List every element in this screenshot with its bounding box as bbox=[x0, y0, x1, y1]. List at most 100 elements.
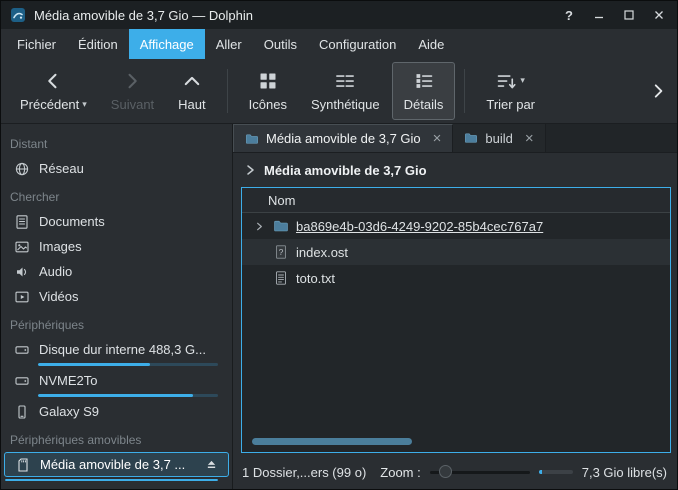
up-button[interactable]: Haut bbox=[166, 62, 217, 120]
content-area: Média amovible de 3,7 Gio × build × Médi… bbox=[233, 124, 677, 489]
menu-affichage[interactable]: Affichage bbox=[129, 29, 205, 59]
menubar: Fichier Édition Affichage Aller Outils C… bbox=[1, 29, 677, 59]
file-row-index-ost[interactable]: ? index.ost bbox=[242, 239, 670, 265]
folder-icon bbox=[245, 132, 259, 146]
menu-fichier[interactable]: Fichier bbox=[6, 29, 67, 59]
titlebar[interactable]: Média amovible de 3,7 Gio — Dolphin ? bbox=[1, 1, 677, 29]
window-controls: ? bbox=[560, 6, 668, 24]
maximize-icon bbox=[622, 8, 636, 22]
hard-drive-icon bbox=[14, 373, 30, 389]
eject-button[interactable] bbox=[205, 458, 218, 471]
details-view-button[interactable]: Détails bbox=[392, 62, 456, 120]
free-space-bar bbox=[539, 470, 573, 474]
chevron-right-icon bbox=[122, 71, 142, 91]
sidebar-item-audio[interactable]: Audio bbox=[1, 259, 232, 284]
maximize-button[interactable] bbox=[620, 6, 638, 24]
section-removable: Périphériques amovibles bbox=[1, 424, 232, 452]
chevron-left-icon bbox=[43, 71, 63, 91]
sidebar-item-label: Média amovible de 3,7 ... bbox=[40, 457, 185, 472]
free-space-fill bbox=[539, 470, 542, 474]
free-space-label: 7,3 Gio libre(s) bbox=[582, 465, 667, 480]
sidebar-item-label: Disque dur interne 488,3 G... bbox=[39, 342, 206, 357]
column-header-nom[interactable]: Nom bbox=[242, 188, 670, 213]
chevron-right-icon bbox=[243, 163, 257, 177]
tab-label: Média amovible de 3,7 Gio bbox=[266, 131, 421, 146]
sidebar-item-label: Vidéos bbox=[39, 289, 79, 304]
tab-bar: Média amovible de 3,7 Gio × build × bbox=[233, 124, 677, 153]
forward-label: Suivant bbox=[111, 97, 154, 112]
disk-usage-bar bbox=[38, 394, 218, 397]
menu-aller[interactable]: Aller bbox=[205, 29, 253, 59]
sort-by-button[interactable]: ▾ Trier par bbox=[474, 62, 547, 120]
toolbar-overflow-button[interactable] bbox=[646, 69, 670, 113]
tab-close-icon[interactable]: × bbox=[525, 131, 534, 146]
zoom-label: Zoom : bbox=[380, 465, 420, 480]
status-bar: 1 Dossier,...ers (99 o) Zoom : 7,3 Gio l… bbox=[233, 455, 677, 489]
menu-aide[interactable]: Aide bbox=[407, 29, 455, 59]
sidebar-item-label: Images bbox=[39, 239, 82, 254]
menu-edition[interactable]: Édition bbox=[67, 29, 129, 59]
file-name[interactable]: index.ost bbox=[296, 245, 348, 260]
folder-icon bbox=[464, 131, 478, 145]
section-search: Chercher bbox=[1, 181, 232, 209]
removable-usage-bar bbox=[5, 479, 218, 481]
file-row-folder[interactable]: ba869e4b-03d6-4249-9202-85b4cec767a7 bbox=[242, 213, 670, 239]
details-list-icon bbox=[414, 71, 434, 91]
column-header-label: Nom bbox=[268, 193, 295, 208]
expand-arrow-icon[interactable] bbox=[253, 221, 266, 232]
grid-icon bbox=[258, 71, 278, 91]
breadcrumb-location[interactable]: Média amovible de 3,7 Gio bbox=[264, 163, 427, 178]
zoom-slider-handle[interactable] bbox=[439, 465, 452, 478]
folder-icon bbox=[273, 218, 289, 234]
app-icon bbox=[10, 7, 26, 23]
sidebar-item-label: Audio bbox=[39, 264, 72, 279]
sd-card-icon bbox=[15, 457, 31, 473]
back-button[interactable]: Précédent▾ bbox=[8, 62, 99, 120]
chevron-right-icon bbox=[649, 82, 667, 100]
back-label: Précédent bbox=[20, 97, 79, 112]
file-name[interactable]: toto.txt bbox=[296, 271, 335, 286]
sidebar-item-phone[interactable]: Galaxy S9 bbox=[1, 399, 232, 424]
close-button[interactable] bbox=[650, 6, 668, 24]
file-view[interactable]: Nom ba869e4b-03d6-4249-9202-85b4cec767a7… bbox=[241, 187, 671, 453]
sidebar-item-removable-media[interactable]: Média amovible de 3,7 ... bbox=[4, 452, 229, 477]
details-view-label: Détails bbox=[404, 97, 444, 112]
chevron-up-icon bbox=[182, 71, 202, 91]
file-name[interactable]: ba869e4b-03d6-4249-9202-85b4cec767a7 bbox=[296, 219, 543, 234]
sidebar-item-nvme[interactable]: NVME2To bbox=[1, 368, 232, 393]
toolbar-separator bbox=[464, 69, 465, 113]
disk-usage-fill bbox=[38, 363, 150, 366]
tab-build[interactable]: build × bbox=[453, 124, 545, 152]
zoom-slider[interactable] bbox=[430, 463, 530, 481]
file-row-toto-txt[interactable]: toto.txt bbox=[242, 265, 670, 291]
minimize-button[interactable] bbox=[590, 6, 608, 24]
video-icon bbox=[14, 289, 30, 305]
sort-by-label: Trier par bbox=[486, 97, 535, 112]
menu-configuration[interactable]: Configuration bbox=[308, 29, 407, 59]
sidebar-item-internal-disk[interactable]: Disque dur interne 488,3 G... bbox=[1, 337, 232, 362]
tab-close-icon[interactable]: × bbox=[433, 131, 442, 146]
sidebar-item-label: Réseau bbox=[39, 161, 84, 176]
main-area: Distant Réseau Chercher Documents Images… bbox=[1, 124, 677, 489]
unknown-file-icon: ? bbox=[273, 244, 289, 260]
speaker-icon bbox=[14, 264, 30, 280]
menu-outils[interactable]: Outils bbox=[253, 29, 308, 59]
sidebar-item-images[interactable]: Images bbox=[1, 234, 232, 259]
help-button[interactable]: ? bbox=[560, 6, 578, 24]
forward-button[interactable]: Suivant bbox=[99, 62, 166, 120]
text-file-icon bbox=[273, 270, 289, 286]
sidebar-item-network[interactable]: Réseau bbox=[1, 156, 232, 181]
compact-view-button[interactable]: Synthétique bbox=[299, 62, 392, 120]
icons-view-button[interactable]: Icônes bbox=[237, 62, 299, 120]
section-devices: Périphériques bbox=[1, 309, 232, 337]
horizontal-scrollbar[interactable] bbox=[252, 438, 412, 445]
phone-icon bbox=[14, 404, 30, 420]
sidebar-item-label: Documents bbox=[39, 214, 105, 229]
sidebar-item-videos[interactable]: Vidéos bbox=[1, 284, 232, 309]
chevron-down-icon: ▾ bbox=[82, 100, 87, 109]
tab-media-amovible[interactable]: Média amovible de 3,7 Gio × bbox=[233, 124, 453, 152]
toolbar: Précédent▾ Suivant Haut Icônes Synthétiq… bbox=[1, 59, 677, 124]
sidebar-item-documents[interactable]: Documents bbox=[1, 209, 232, 234]
removable-usage-fill bbox=[5, 479, 218, 481]
breadcrumb[interactable]: Média amovible de 3,7 Gio bbox=[233, 153, 677, 187]
